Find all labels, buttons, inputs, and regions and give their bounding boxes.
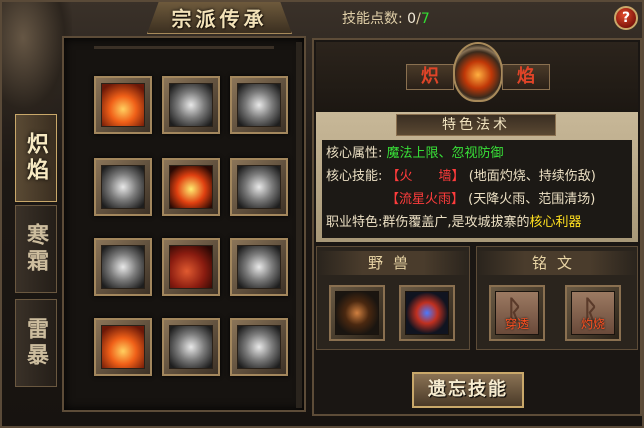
school-info-panel: 炽 焰 特色法术 核心属性: 魔法上限、忽视防御 核心技能: 【火 墙】 (地面… xyxy=(312,38,642,416)
skill-slot[interactable] xyxy=(94,158,152,216)
tab-blaze[interactable]: 炽焰 xyxy=(15,114,57,202)
skill-slot[interactable] xyxy=(230,318,288,376)
skill-slot[interactable] xyxy=(230,238,288,296)
tab-label: 寒霜 xyxy=(23,223,49,275)
fire-pillar-skill-icon xyxy=(101,165,145,209)
skill-points-display: 技能点数: 0/7 xyxy=(342,8,430,28)
rune-circle-skill-icon xyxy=(101,245,145,289)
core-skill-row-1: 核心技能: 【火 墙】 (地面灼烧、持续伤敌) xyxy=(326,165,628,188)
flame-skill-icon xyxy=(101,83,145,127)
job-highlight: 核心利器 xyxy=(529,215,582,230)
blue-beast-icon xyxy=(405,291,449,335)
swirl-skill-icon xyxy=(237,83,281,127)
skill-slot[interactable] xyxy=(94,76,152,134)
grid-scrollbar[interactable] xyxy=(296,42,302,408)
school-name-left: 炽 xyxy=(406,64,454,90)
core-skill-label: 核心技能: xyxy=(326,169,383,184)
skill2-desc: (天降火雨、范围清场) xyxy=(468,192,596,207)
feature-title: 特色法术 xyxy=(396,114,556,136)
beast-slot[interactable] xyxy=(399,285,455,341)
tab-thunder[interactable]: 雷暴 xyxy=(15,299,57,387)
beast-section: 野兽 xyxy=(316,246,470,350)
fireball-skill-icon xyxy=(169,165,213,209)
feature-body: 核心属性: 魔法上限、忽视防御 核心技能: 【火 墙】 (地面灼烧、持续伤敌) … xyxy=(322,140,632,238)
skill-slot[interactable] xyxy=(94,318,152,376)
job-label: 职业特色: xyxy=(326,215,383,230)
school-header: 炽 焰 xyxy=(316,42,638,112)
school-name-right: 焰 xyxy=(502,64,550,90)
skill-points-label: 技能点数: xyxy=(342,11,403,27)
core-skill-row-2: 【流星火雨】 (天降火雨、范围清场) xyxy=(326,188,628,211)
skill-slot[interactable] xyxy=(162,76,220,134)
grid-top-divider xyxy=(94,46,274,56)
core-attr-row: 核心属性: 魔法上限、忽视防御 xyxy=(326,142,628,165)
skill-slot[interactable] xyxy=(94,238,152,296)
skill-grid-panel xyxy=(62,36,306,412)
skill-slot[interactable] xyxy=(230,158,288,216)
question-icon: ? xyxy=(621,10,631,26)
window-title: 宗派传承 xyxy=(171,7,268,31)
skill-slot[interactable] xyxy=(162,318,220,376)
rune-slot[interactable]: ᚱ 穿透 xyxy=(489,285,545,341)
skill1-name: 【火 墙】 xyxy=(386,169,465,184)
skill2-name: 【流星火雨】 xyxy=(386,192,465,207)
skill-slot[interactable] xyxy=(162,158,220,216)
help-button[interactable]: ? xyxy=(614,6,638,30)
meteor-skill-icon xyxy=(101,325,145,369)
skill-window: 宗派传承 技能点数: 0/7 ? 炽焰 寒霜 雷暴 炽 焰 特色法术 核心属性:… xyxy=(0,0,644,428)
feature-section: 特色法术 核心属性: 魔法上限、忽视防御 核心技能: 【火 墙】 (地面灼烧、持… xyxy=(316,112,638,242)
fire-beast-icon xyxy=(335,291,379,335)
beast-title: 野兽 xyxy=(317,251,469,275)
flame-emblem-icon xyxy=(453,42,503,102)
skill-points-max: 7 xyxy=(420,11,430,27)
cross-slash-skill-icon xyxy=(169,83,213,127)
beast-slot[interactable] xyxy=(329,285,385,341)
job-row: 职业特色:群伤覆盖广,是攻城拔寨的核心利器 xyxy=(326,211,628,234)
core-attr-value: 魔法上限、忽视防御 xyxy=(386,146,504,161)
smoke-skill-icon xyxy=(237,165,281,209)
rune-label: 穿透 xyxy=(504,317,529,331)
skill-slot[interactable] xyxy=(162,238,220,296)
rune-icon: ᚱ 灼烧 xyxy=(571,291,615,335)
window-title-plate: 宗派传承 xyxy=(147,2,292,34)
tab-label: 炽焰 xyxy=(23,132,49,184)
rune-icon: ᚱ 穿透 xyxy=(495,291,539,335)
rune-section: 铭文 ᚱ 穿透 ᚱ 灼烧 xyxy=(476,246,638,350)
whip-skill-icon xyxy=(237,245,281,289)
rune-title: 铭文 xyxy=(477,251,637,275)
forget-skill-button[interactable]: 遗忘技能 xyxy=(412,372,524,408)
shell-shield-skill-icon xyxy=(237,325,281,369)
core-attr-label: 核心属性: xyxy=(326,146,383,161)
magma-fist-skill-icon xyxy=(169,245,213,289)
tab-label: 雷暴 xyxy=(23,317,49,369)
firewall-skill-icon xyxy=(169,325,213,369)
skill-points-used: 0 xyxy=(407,11,417,27)
skill-slot[interactable] xyxy=(230,76,288,134)
skill1-desc: (地面灼烧、持续伤敌) xyxy=(468,169,596,184)
rune-label: 灼烧 xyxy=(580,317,605,331)
tab-frost[interactable]: 寒霜 xyxy=(15,205,57,293)
job-desc: 群伤覆盖广,是攻城拔寨的 xyxy=(382,215,530,230)
rune-slot[interactable]: ᚱ 灼烧 xyxy=(565,285,621,341)
